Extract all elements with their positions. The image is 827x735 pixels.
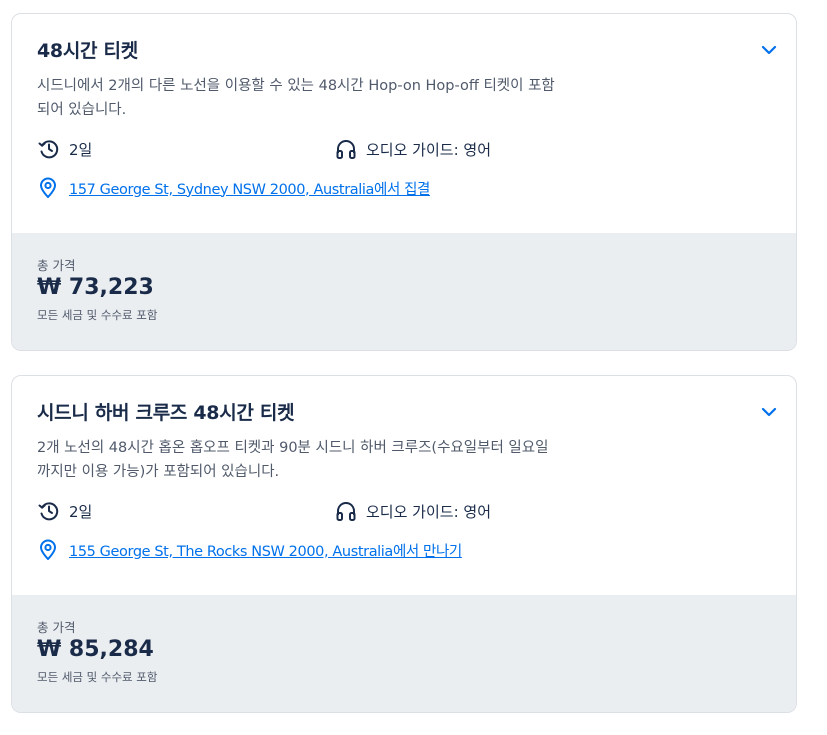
meeting-address: 155 George St, The Rocks NSW 2000, Austr…: [69, 543, 393, 560]
price-panel: 총 가격 ₩ 73,223 모든 세금 및 수수료 포함: [12, 233, 796, 350]
meeting-point: 157 George St, Sydney NSW 2000, Australi…: [37, 177, 430, 199]
price-note: 모든 세금 및 수수료 포함: [37, 308, 158, 322]
location-pin-icon: [37, 539, 59, 561]
price-panel: 총 가격 ₩ 85,284 모든 세금 및 수수료 포함: [12, 595, 796, 712]
duration-feature: 2일: [37, 137, 92, 161]
duration-text: 2일: [69, 502, 93, 521]
ticket-title: 48시간 티켓: [37, 40, 138, 62]
audio-guide-text: 오디오 가이드: 영어: [366, 502, 491, 521]
meeting-suffix: 에서 집결: [374, 181, 430, 198]
meeting-address: 157 George St, Sydney NSW 2000, Australi…: [69, 181, 375, 198]
price-value: ₩ 85,284: [37, 637, 154, 662]
ticket-title: 시드니 하버 크루즈 48시간 티켓: [37, 402, 295, 424]
chevron-down-icon[interactable]: [759, 40, 779, 60]
headphones-icon: [334, 137, 358, 161]
location-pin-icon: [37, 177, 59, 199]
audio-guide-feature: 오디오 가이드: 영어: [334, 499, 491, 523]
meeting-point: 155 George St, The Rocks NSW 2000, Austr…: [37, 539, 462, 561]
meeting-point-link[interactable]: 155 George St, The Rocks NSW 2000, Austr…: [69, 540, 462, 561]
meeting-point-link[interactable]: 157 George St, Sydney NSW 2000, Australi…: [69, 178, 430, 199]
price-label: 총 가격: [37, 620, 76, 635]
ticket-features: 2일 오디오 가이드: 영어: [37, 137, 777, 163]
audio-guide-feature: 오디오 가이드: 영어: [334, 137, 491, 161]
ticket-option-card[interactable]: 48시간 티켓 시드니에서 2개의 다른 노선을 이용할 수 있는 48시간 H…: [11, 13, 797, 351]
duration-feature: 2일: [37, 499, 92, 523]
price-note: 모든 세금 및 수수료 포함: [37, 670, 158, 684]
ticket-description: 시드니에서 2개의 다른 노선을 이용할 수 있는 48시간 Hop-on Ho…: [37, 78, 555, 118]
ticket-option-body: 시드니 하버 크루즈 48시간 티켓 2개 노선의 48시간 홉온 홉오프 티켓…: [12, 376, 796, 596]
meeting-suffix: 에서 만나기: [392, 543, 462, 560]
ticket-features: 2일 오디오 가이드: 영어: [37, 499, 777, 525]
ticket-description: 2개 노선의 48시간 홉온 홉오프 티켓과 90분 시드니 하버 크루즈(수요…: [37, 440, 549, 480]
clock-history-icon: [37, 499, 61, 523]
price-value: ₩ 73,223: [37, 275, 154, 300]
ticket-option-card[interactable]: 시드니 하버 크루즈 48시간 티켓 2개 노선의 48시간 홉온 홉오프 티켓…: [11, 375, 797, 713]
audio-guide-text: 오디오 가이드: 영어: [366, 140, 491, 159]
ticket-option-body: 48시간 티켓 시드니에서 2개의 다른 노선을 이용할 수 있는 48시간 H…: [12, 14, 796, 234]
clock-history-icon: [37, 137, 61, 161]
duration-text: 2일: [69, 140, 93, 159]
headphones-icon: [334, 499, 358, 523]
price-label: 총 가격: [37, 258, 76, 273]
chevron-down-icon[interactable]: [759, 402, 779, 422]
ticket-options-list: 48시간 티켓 시드니에서 2개의 다른 노선을 이용할 수 있는 48시간 H…: [0, 0, 827, 735]
